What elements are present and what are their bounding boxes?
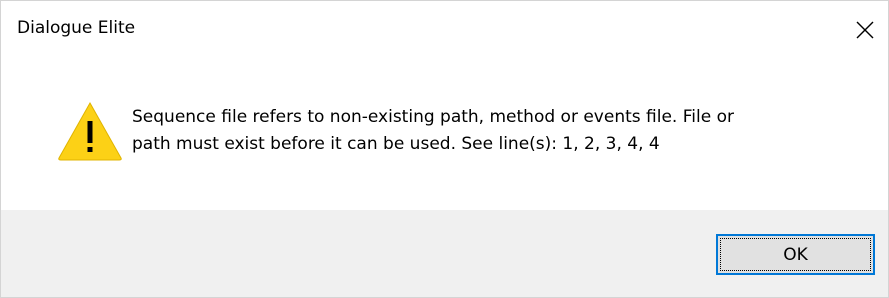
message-line-2: path must exist before it can be used. S…: [132, 134, 660, 154]
dialog-message: Sequence file refers to non-existing pat…: [132, 104, 852, 158]
message-dialog: Dialogue Elite Sequence file refers to n…: [0, 0, 889, 298]
button-bar: OK: [1, 210, 888, 297]
close-icon: [856, 21, 874, 39]
message-line-1: Sequence file refers to non-existing pat…: [132, 107, 734, 127]
window-title: Dialogue Elite: [17, 18, 136, 38]
ok-button-label: OK: [783, 244, 808, 265]
ok-button[interactable]: OK: [716, 234, 875, 275]
dialog-body: Sequence file refers to non-existing pat…: [1, 61, 888, 210]
close-button[interactable]: [842, 1, 888, 59]
title-bar: Dialogue Elite: [1, 1, 888, 61]
warning-icon: [58, 101, 122, 161]
